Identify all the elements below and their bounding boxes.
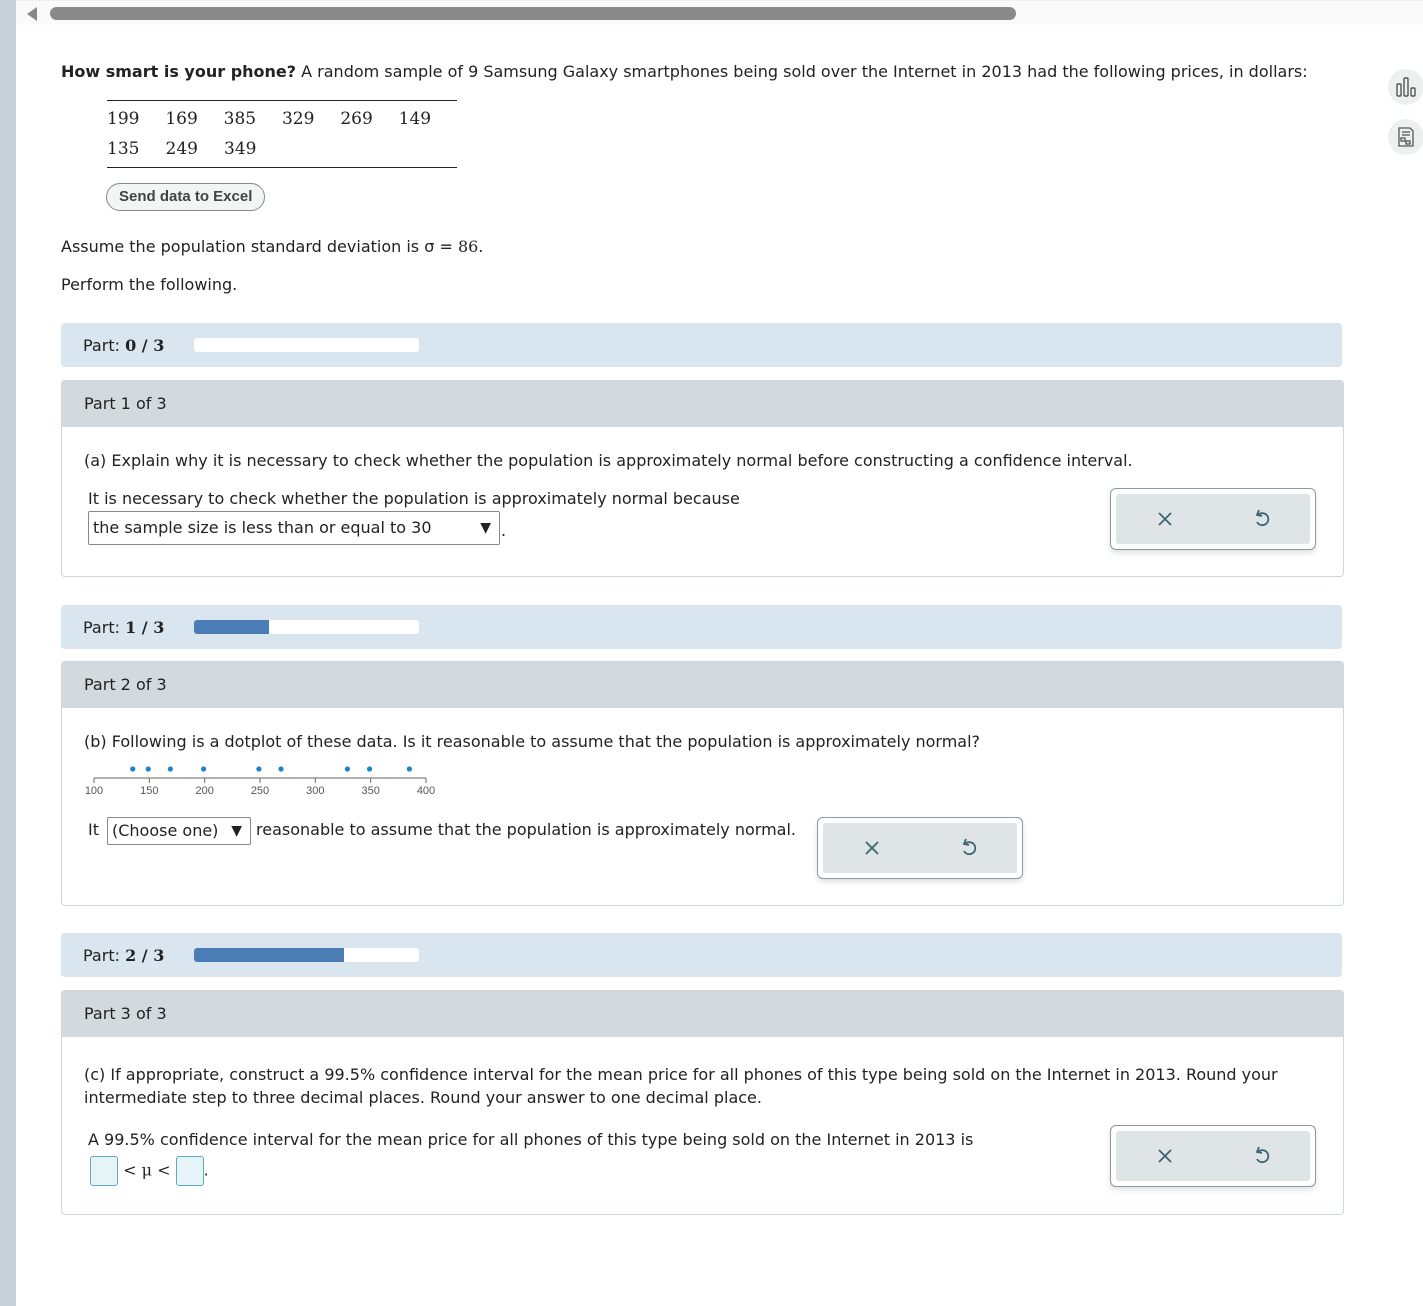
data-point <box>366 766 373 772</box>
problem-intro: How smart is your phone? A random sample… <box>61 62 1308 82</box>
progress-band: Part: 2 / 3 <box>61 933 1342 977</box>
close-icon[interactable] <box>1152 506 1178 532</box>
problem-title: How smart is your phone? <box>61 62 297 81</box>
data-cell: 199 <box>107 109 140 129</box>
assumption-text: Assume the population standard deviation… <box>61 237 483 256</box>
progress-bar <box>194 338 419 352</box>
side-tools <box>1388 69 1423 169</box>
left-arrow-icon[interactable] <box>27 7 37 21</box>
period: . <box>501 521 507 540</box>
scrollbar-thumb[interactable] <box>50 7 1016 20</box>
data-point <box>167 766 173 772</box>
select-value: (Choose one) <box>112 821 219 840</box>
reasonable-select[interactable]: (Choose one) ▼ <box>107 817 251 845</box>
tick-label: 400 <box>417 785 435 797</box>
progress-prefix: Part: <box>83 946 120 965</box>
data-cell: 149 <box>398 109 432 129</box>
progress-band: Part: 0 / 3 <box>61 323 1342 367</box>
part-1: Part 1 of 3 (a) Explain why it is necess… <box>61 380 1344 577</box>
part-header: Part 3 of 3 <box>62 991 1343 1037</box>
horizontal-scrollbar[interactable] <box>16 0 1423 25</box>
progress-label: Part: 0 / 3 <box>83 336 164 355</box>
data-point <box>256 766 262 772</box>
data-cell: 385 <box>223 109 257 129</box>
close-icon[interactable] <box>1152 1143 1178 1169</box>
data-row: 199 169 385 329 269 149 <box>107 104 457 134</box>
data-cell: 269 <box>340 109 373 129</box>
tick-label: 350 <box>361 785 379 797</box>
question-text: (c) If appropriate, construct a 99.5% co… <box>84 1065 1278 1107</box>
question-text: (b) Following is a dotplot of these data… <box>84 732 981 751</box>
prompt-text: It is necessary to check whether the pop… <box>88 489 740 508</box>
progress-value: 2 / 3 <box>125 946 165 965</box>
dotplot: 100 150 200 250 300 350 400 <box>85 766 435 797</box>
progress-label: Part: 1 / 3 <box>83 618 164 637</box>
action-panel <box>1110 1125 1316 1187</box>
perform-text: Perform the following. <box>61 275 238 294</box>
select-value: the sample size is less than or equal to… <box>93 518 432 537</box>
part-3: Part 3 of 3 (c) If appropriate, construc… <box>61 990 1344 1215</box>
prompt-prefix: It <box>88 820 99 839</box>
data-point <box>145 766 151 772</box>
undo-icon[interactable] <box>1249 506 1275 532</box>
data-point <box>200 766 207 772</box>
data-cell: 329 <box>281 109 315 129</box>
prompt-text: A 99.5% confidence interval for the mean… <box>88 1130 974 1149</box>
tick-label: 300 <box>306 785 324 797</box>
undo-icon[interactable] <box>1249 1143 1275 1169</box>
data-point <box>344 766 351 772</box>
problem-text: A random sample of 9 Samsung Galaxy smar… <box>296 62 1308 81</box>
part-header: Part 2 of 3 <box>62 662 1343 708</box>
data-cell: 135 <box>107 139 140 159</box>
data-point <box>278 766 284 772</box>
data-point <box>130 766 136 772</box>
tick-label: 250 <box>251 785 269 797</box>
dropdown-arrow-icon: ▼ <box>231 823 242 839</box>
question-text: (a) Explain why it is necessary to check… <box>84 451 1133 470</box>
undo-icon[interactable] <box>956 835 982 861</box>
data-point <box>406 766 412 772</box>
progress-fill <box>194 948 345 962</box>
reason-select[interactable]: the sample size is less than or equal to… <box>88 511 500 545</box>
assumption-label: Assume the population standard deviation… <box>61 237 458 256</box>
period: . <box>203 1160 209 1180</box>
send-to-excel-button[interactable]: Send data to Excel <box>106 183 266 211</box>
close-icon[interactable] <box>859 835 885 861</box>
prompt-suffix: reasonable to assume that the population… <box>256 820 796 839</box>
lower-bound-input[interactable] <box>90 1156 118 1186</box>
progress-label: Part: 2 / 3 <box>83 946 164 965</box>
part-header: Part 1 of 3 <box>62 381 1343 427</box>
tick-label: 150 <box>140 785 158 797</box>
data-table: 199 169 385 329 269 149 135 249 349 <box>107 100 457 168</box>
data-cell: 249 <box>165 139 198 159</box>
progress-value: 1 / 3 <box>125 618 165 637</box>
data-row: 135 249 349 <box>107 134 457 164</box>
action-panel <box>817 817 1023 879</box>
interval-answer: < μ < . <box>90 1156 209 1186</box>
left-rail <box>0 0 16 1306</box>
upper-bound-input[interactable] <box>175 1156 204 1186</box>
tick-label: 100 <box>85 785 103 797</box>
calculator-icon[interactable] <box>1388 119 1423 155</box>
progress-fill <box>194 620 269 634</box>
progress-band: Part: 1 / 3 <box>61 605 1342 649</box>
dropdown-arrow-icon: ▼ <box>480 520 491 536</box>
progress-prefix: Part: <box>83 618 120 637</box>
part-2: Part 2 of 3 (b) Following is a dotplot o… <box>61 661 1344 906</box>
data-cell: 169 <box>165 109 198 129</box>
action-panel <box>1110 488 1316 550</box>
tick-label: 200 <box>195 785 213 797</box>
progress-bar <box>194 620 419 634</box>
progress-value: 0 / 3 <box>125 336 165 355</box>
bar-chart-icon[interactable] <box>1388 69 1423 105</box>
progress-prefix: Part: <box>83 336 120 355</box>
data-cell: 349 <box>224 139 257 159</box>
mu-relation: < μ < <box>123 1160 171 1180</box>
progress-bar <box>194 948 419 962</box>
sigma-value: 86. <box>457 237 484 256</box>
